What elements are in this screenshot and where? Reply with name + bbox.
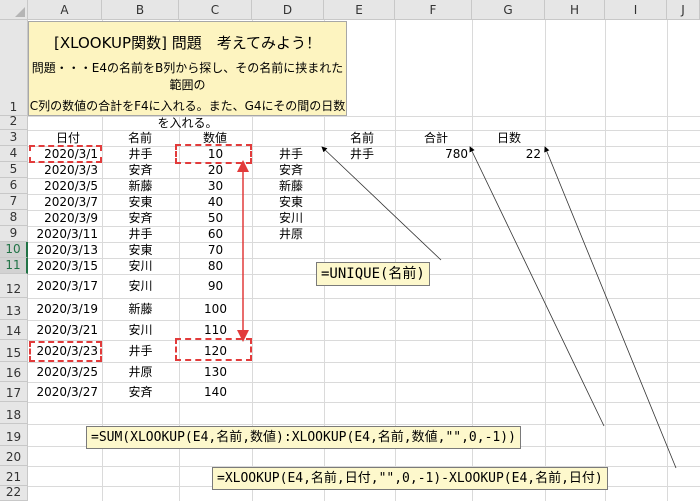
spreadsheet: A B C D E F G H I J 1 2 3 4 5 6 7 8 9 10… xyxy=(0,0,700,501)
pointer-sum xyxy=(469,146,605,427)
pointer-days xyxy=(544,146,677,469)
pointer-unique xyxy=(321,146,442,261)
formula-sum-callout: =SUM(XLOOKUP(E4,名前,数値):XLOOKUP(E4,名前,数値,… xyxy=(86,426,521,449)
formula-days-callout: =XLOOKUP(E4,名前,日付,"",0,-1)-XLOOKUP(E4,名前… xyxy=(212,467,608,490)
formula-unique-callout: =UNIQUE(名前) xyxy=(316,262,430,286)
